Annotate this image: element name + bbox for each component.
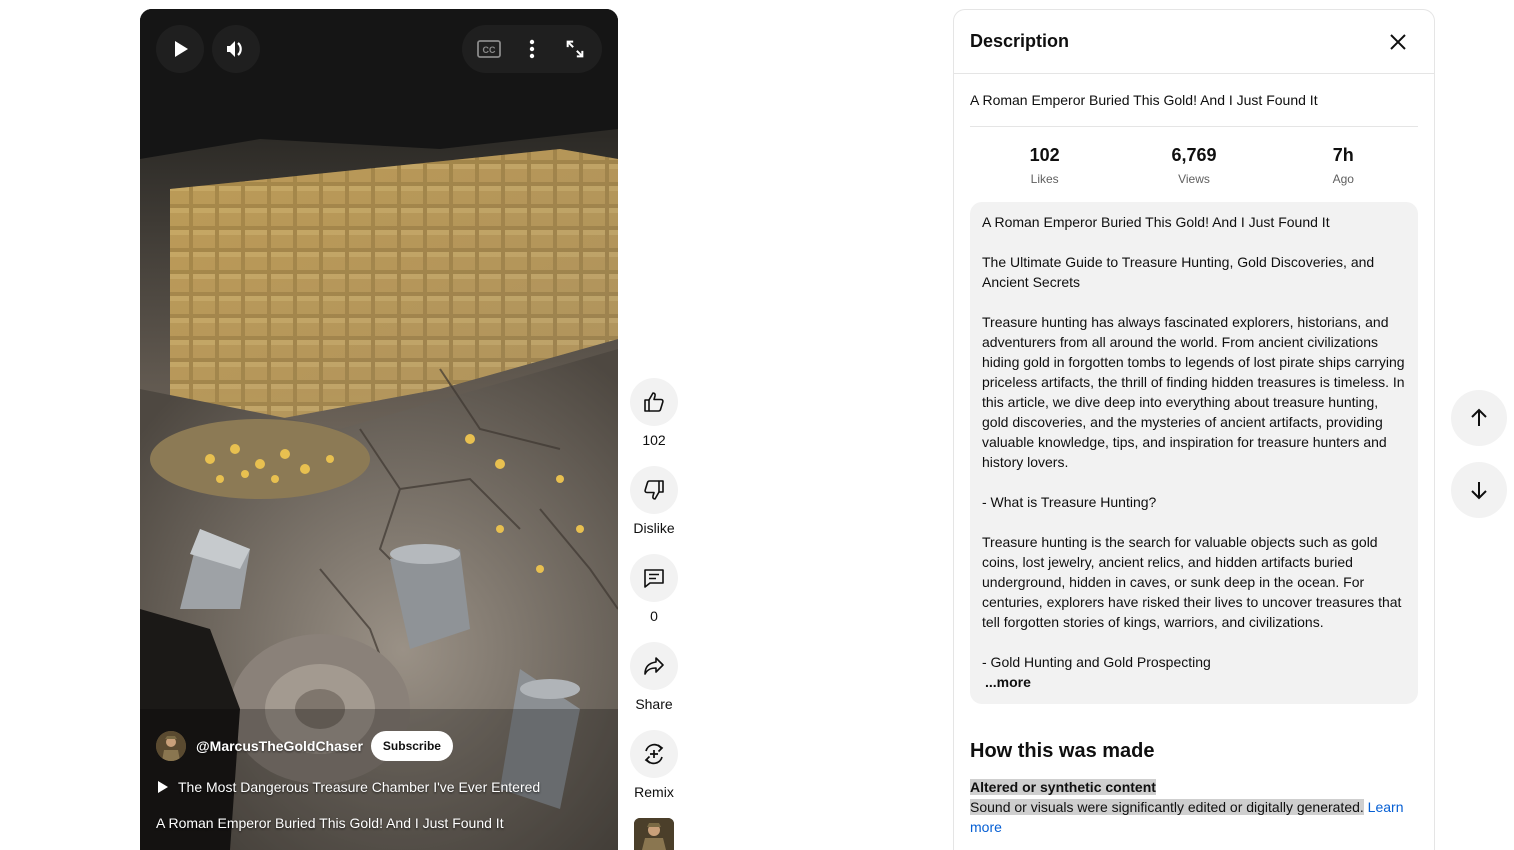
description-paragraph: - What is Treasure Hunting? (982, 494, 1157, 510)
panel-header: Description (954, 10, 1434, 74)
stat-value: 102 (1029, 145, 1060, 165)
stat-label: Views (1178, 172, 1210, 186)
description-text-box[interactable]: A Roman Emperor Buried This Gold! And I … (970, 202, 1418, 704)
stat-label: Likes (1030, 172, 1059, 186)
fullscreen-button[interactable] (555, 29, 595, 69)
description-paragraph: Treasure hunting has always fascinated e… (982, 314, 1405, 470)
fullscreen-icon (566, 40, 583, 58)
like-action: 102 (630, 378, 678, 466)
video-title: A Roman Emperor Buried This Gold! And I … (156, 815, 504, 831)
comment-icon (644, 569, 664, 588)
comment-count: 0 (650, 608, 658, 624)
volume-icon (227, 41, 242, 57)
stat-value: 6,769 (1171, 145, 1217, 165)
previous-video-button[interactable] (1451, 390, 1507, 446)
dislike-button[interactable] (630, 466, 678, 514)
more-options-button[interactable] (512, 29, 552, 69)
description-paragraph: The Ultimate Guide to Treasure Hunting, … (982, 254, 1375, 290)
how-made-title: How this was made (970, 740, 1155, 762)
remix-button[interactable] (630, 730, 678, 778)
remix-icon (644, 743, 664, 765)
video-player[interactable]: CC @MarcusTheGoldChaser Subscribe The Mo… (140, 9, 618, 850)
volume-button[interactable] (212, 25, 260, 73)
play-small-icon (158, 781, 168, 793)
channel-row: @MarcusTheGoldChaser Subscribe (156, 731, 453, 761)
comment-button[interactable] (630, 554, 678, 602)
description-paragraph: A Roman Emperor Buried This Gold! And I … (982, 214, 1330, 230)
like-count: 102 (642, 432, 666, 448)
description-panel: Description A Roman Emperor Buried This … (953, 9, 1435, 850)
share-label: Share (635, 696, 673, 712)
synthetic-content-notice: Altered or synthetic content Sound or vi… (970, 777, 1418, 837)
dislike-label: Dislike (633, 520, 675, 536)
subscribe-button[interactable]: Subscribe (370, 731, 453, 761)
remix-label: Remix (634, 784, 674, 800)
synthetic-text: Sound or visuals were significantly edit… (970, 799, 1364, 815)
description-paragraph: Treasure hunting is the search for valua… (982, 534, 1402, 630)
more-link[interactable]: ...more (985, 674, 1031, 690)
stats-row: 102 Likes 6,769 Views 7h Ago (970, 127, 1418, 202)
player-control-group: CC (462, 25, 602, 73)
action-rail: 102 Dislike 0 Share Remix (630, 378, 678, 818)
share-action: Share (630, 642, 678, 730)
synthetic-title: Altered or synthetic content (970, 779, 1156, 795)
description-paragraph: - Gold Hunting and Gold Prospecting (982, 654, 1211, 670)
related-video-title: The Most Dangerous Treasure Chamber I've… (178, 779, 541, 795)
channel-avatar[interactable] (156, 731, 186, 761)
share-button[interactable] (630, 642, 678, 690)
description-headline: A Roman Emperor Buried This Gold! And I … (970, 74, 1418, 127)
stat-views: 6,769 Views (1144, 145, 1244, 186)
comment-action: 0 (630, 554, 678, 642)
stat-likes: 102 Likes (995, 145, 1095, 186)
close-button[interactable] (1378, 22, 1418, 62)
sound-thumbnail[interactable] (634, 818, 674, 850)
stat-label: Ago (1332, 172, 1354, 186)
remix-action: Remix (630, 730, 678, 818)
arrow-up-icon (1471, 408, 1487, 426)
share-icon (644, 657, 664, 675)
thumb-down-icon (644, 480, 664, 500)
play-icon (175, 41, 188, 57)
channel-handle[interactable]: @MarcusTheGoldChaser (196, 738, 363, 754)
svg-text:CC: CC (483, 45, 496, 55)
like-button[interactable] (630, 378, 678, 426)
closed-captions-icon: CC (477, 40, 502, 58)
dislike-action: Dislike (630, 466, 678, 554)
arrow-down-icon (1471, 482, 1487, 500)
captions-button[interactable]: CC (469, 29, 509, 69)
close-icon (1390, 33, 1406, 50)
video-frame[interactable] (140, 9, 618, 850)
related-video-link[interactable]: The Most Dangerous Treasure Chamber I've… (158, 779, 540, 795)
thumb-up-icon (644, 392, 664, 412)
stat-ago: 7h Ago (1293, 145, 1393, 186)
play-button[interactable] (156, 25, 204, 73)
panel-title: Description (970, 31, 1070, 51)
next-video-button[interactable] (1451, 462, 1507, 518)
panel-body: A Roman Emperor Buried This Gold! And I … (954, 74, 1434, 837)
more-vert-icon (529, 39, 535, 59)
stat-value: 7h (1332, 145, 1354, 165)
